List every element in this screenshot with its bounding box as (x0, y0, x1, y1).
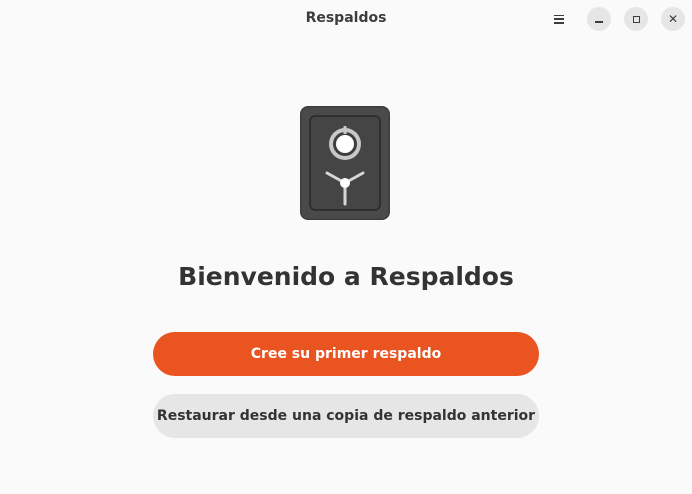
create-first-backup-button[interactable]: Cree su primer respaldo (153, 332, 539, 376)
maximize-icon (632, 15, 640, 23)
restore-from-previous-backup-button[interactable]: Restaurar desde una copia de respaldo an… (153, 394, 539, 438)
welcome-heading: Bienvenido a Respaldos (178, 262, 514, 291)
minimize-button[interactable] (587, 7, 611, 31)
vault-safe-icon (300, 106, 390, 220)
close-button[interactable]: ✕ (661, 7, 685, 31)
main-menu-button[interactable] (547, 7, 571, 31)
app-window: Respaldos ✕ Bienvenido a Respaldos Cree … (0, 0, 692, 494)
close-icon: ✕ (667, 12, 679, 26)
maximize-button[interactable] (624, 7, 648, 31)
header-bar: Respaldos ✕ (0, 0, 692, 38)
hamburger-menu-icon (554, 14, 564, 24)
minimize-icon (595, 21, 603, 23)
